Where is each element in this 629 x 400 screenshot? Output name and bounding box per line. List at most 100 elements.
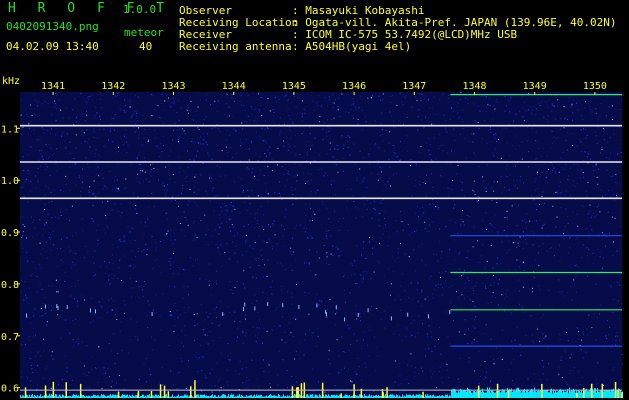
noise-speckle bbox=[154, 130, 156, 132]
noise-speckle bbox=[375, 143, 377, 145]
noise-speckle bbox=[234, 252, 236, 254]
noise-speckle bbox=[400, 383, 402, 385]
noise-speckle bbox=[424, 221, 426, 223]
noise-speckle bbox=[402, 229, 404, 231]
noise-speckle bbox=[348, 112, 350, 113]
noise-speckle bbox=[44, 209, 46, 210]
noise-speckle bbox=[194, 176, 196, 178]
noise-speckle bbox=[235, 245, 237, 247]
noise-speckle bbox=[259, 327, 261, 329]
noise-speckle bbox=[483, 180, 485, 182]
noise-speckle bbox=[87, 96, 89, 98]
noise-speckle bbox=[177, 317, 179, 319]
count-bar bbox=[270, 394, 271, 398]
noise-speckle bbox=[93, 137, 95, 138]
noise-speckle bbox=[307, 180, 309, 182]
noise-speckle bbox=[358, 286, 360, 288]
noise-speckle bbox=[33, 129, 35, 131]
noise-speckle bbox=[31, 236, 33, 238]
noise-speckle bbox=[400, 141, 402, 143]
noise-speckle bbox=[25, 178, 27, 180]
noise-speckle bbox=[178, 371, 180, 373]
noise-speckle bbox=[304, 231, 306, 233]
noise-speckle bbox=[40, 253, 42, 255]
noise-speckle bbox=[426, 174, 427, 176]
noise-speckle bbox=[548, 290, 550, 291]
noise-speckle bbox=[621, 378, 623, 380]
noise-speckle bbox=[287, 100, 289, 101]
noise-speckle bbox=[539, 105, 541, 106]
noise-speckle bbox=[237, 261, 239, 262]
noise-speckle bbox=[269, 152, 271, 154]
noise-speckle bbox=[324, 172, 326, 174]
noise-speckle bbox=[223, 313, 225, 315]
count-bar bbox=[47, 395, 48, 398]
noise-speckle bbox=[603, 380, 605, 382]
count-bar bbox=[72, 395, 73, 398]
noise-speckle bbox=[469, 215, 470, 217]
noise-speckle bbox=[173, 250, 175, 252]
noise-speckle bbox=[281, 285, 283, 287]
noise-speckle bbox=[303, 131, 305, 133]
noise-speckle bbox=[29, 384, 31, 386]
count-bar bbox=[585, 389, 586, 398]
noise-speckle bbox=[538, 285, 540, 287]
count-bar bbox=[121, 395, 122, 398]
noise-speckle bbox=[535, 327, 537, 329]
noise-speckle bbox=[489, 105, 491, 106]
noise-speckle bbox=[44, 101, 46, 103]
noise-speckle bbox=[296, 97, 298, 99]
noise-speckle bbox=[493, 155, 495, 157]
noise-speckle bbox=[162, 182, 164, 184]
noise-speckle bbox=[590, 158, 592, 160]
noise-speckle bbox=[307, 141, 309, 143]
noise-speckle bbox=[375, 370, 377, 372]
noise-speckle bbox=[169, 311, 171, 312]
noise-speckle bbox=[168, 97, 169, 99]
noise-speckle bbox=[186, 204, 188, 206]
noise-speckle bbox=[86, 129, 88, 131]
noise-speckle bbox=[262, 139, 264, 141]
noise-speckle bbox=[114, 203, 116, 205]
noise-speckle bbox=[130, 265, 132, 267]
noise-speckle bbox=[73, 257, 75, 259]
count-bar bbox=[451, 389, 452, 398]
noise-speckle bbox=[404, 290, 406, 292]
noise-speckle bbox=[170, 200, 172, 202]
noise-speckle bbox=[456, 106, 458, 108]
noise-speckle bbox=[188, 294, 189, 296]
count-bar bbox=[505, 392, 506, 398]
noise-speckle bbox=[362, 339, 364, 341]
noise-speckle bbox=[236, 281, 238, 283]
noise-speckle bbox=[465, 157, 467, 159]
noise-speckle bbox=[291, 189, 293, 191]
noise-speckle bbox=[242, 283, 244, 285]
noise-speckle bbox=[309, 203, 311, 205]
noise-speckle bbox=[619, 126, 621, 128]
noise-speckle bbox=[28, 339, 30, 341]
noise-speckle bbox=[589, 225, 591, 227]
noise-speckle bbox=[363, 204, 365, 206]
noise-speckle bbox=[143, 281, 145, 283]
noise-speckle bbox=[369, 312, 371, 314]
noise-speckle bbox=[75, 201, 76, 203]
noise-speckle bbox=[524, 311, 526, 313]
count-bar bbox=[181, 395, 182, 398]
count-bar bbox=[64, 396, 65, 398]
noise-speckle bbox=[98, 175, 100, 177]
noise-speckle bbox=[563, 127, 565, 129]
noise-speckle bbox=[329, 128, 331, 130]
noise-speckle bbox=[588, 213, 590, 215]
noise-speckle bbox=[166, 189, 168, 191]
noise-speckle bbox=[243, 235, 245, 237]
noise-speckle bbox=[101, 306, 103, 308]
noise-speckle bbox=[427, 117, 429, 119]
noise-speckle bbox=[407, 175, 409, 177]
noise-speckle bbox=[188, 112, 189, 114]
noise-speckle bbox=[187, 362, 189, 364]
noise-speckle bbox=[398, 384, 399, 386]
noise-speckle bbox=[188, 366, 190, 368]
noise-speckle bbox=[349, 292, 351, 294]
noise-speckle bbox=[396, 231, 398, 233]
noise-speckle bbox=[64, 146, 66, 148]
